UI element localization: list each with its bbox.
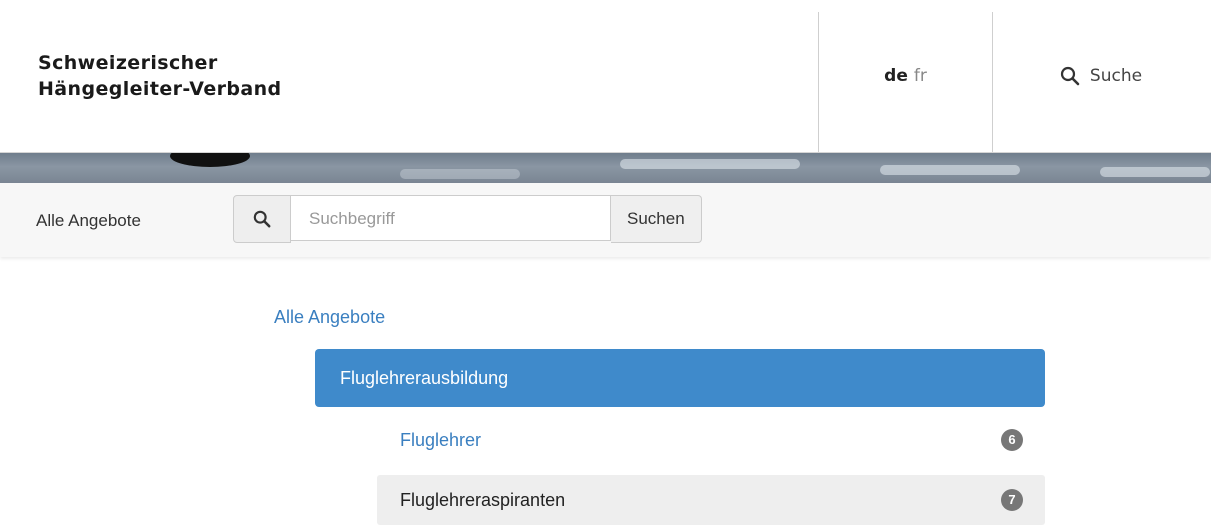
count-badge: 6 <box>1001 429 1023 451</box>
logo-line-1: Schweizerischer <box>38 52 218 74</box>
glider-silhouette <box>170 153 250 167</box>
list-item-label: Fluglehrer <box>400 430 482 450</box>
toolbar-label[interactable]: Alle Angebote <box>36 211 141 231</box>
search-group: Suchbegriff Suchen <box>233 195 702 243</box>
filter-toolbar: Alle Angebote Suchbegriff Suchen <box>0 183 1211 257</box>
hero-banner-image <box>0 153 1211 183</box>
logo-line-2: Hängegleiter-Verband <box>38 78 282 100</box>
search-icon <box>1060 66 1080 86</box>
category-fluglehrerausbildung[interactable]: Fluglehrerausbildung <box>315 349 1045 407</box>
list-item[interactable]: Fluglehrer 6 <box>377 415 1045 465</box>
header-search-button[interactable]: Suche <box>993 0 1209 152</box>
header-search-label: Suche <box>1089 66 1143 86</box>
site-header: Schweizerischer Hängegleiter-Verband de … <box>0 0 1211 153</box>
count-badge: 7 <box>1001 489 1023 511</box>
search-input[interactable]: Suchbegriff <box>291 195 611 241</box>
all-offers-link[interactable]: Alle Angebote <box>274 307 385 328</box>
lang-de[interactable]: de <box>884 66 908 86</box>
search-icon <box>253 210 271 228</box>
list-item-label: Fluglehreraspiranten <box>400 490 566 510</box>
list-item[interactable]: Fluglehreraspiranten 7 <box>377 475 1045 525</box>
search-submit-button[interactable]: Suchen <box>611 195 702 243</box>
lang-fr[interactable]: fr <box>914 66 927 86</box>
search-addon <box>233 195 291 243</box>
site-logo[interactable]: Schweizerischer Hängegleiter-Verband <box>38 50 282 102</box>
language-switcher: de fr <box>819 0 992 152</box>
